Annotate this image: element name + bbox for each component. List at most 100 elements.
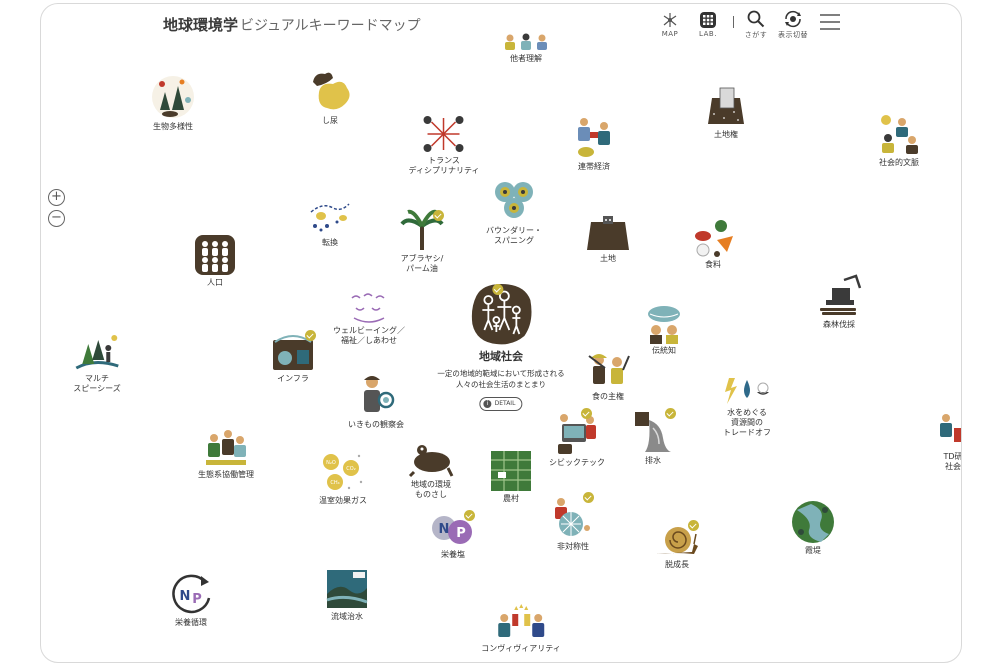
- selected-keyword-label: 地域社会: [479, 350, 523, 363]
- frog-icon: [408, 445, 454, 478]
- keyword-label: マルチ スピーシーズ: [73, 374, 121, 393]
- keyword-shokuryo[interactable]: 食料: [691, 218, 735, 270]
- map-nav-button[interactable]: MAP: [655, 12, 685, 38]
- keyword-infra[interactable]: インフラ: [271, 330, 316, 384]
- keyword-label: 森林伐採: [823, 320, 855, 329]
- rural-village-icon: [491, 451, 531, 491]
- map-nav-label: MAP: [661, 30, 679, 38]
- keyword-kasumitei[interactable]: 霞堤: [791, 500, 835, 556]
- keyword-tochiken[interactable]: 土地権: [704, 84, 748, 140]
- detail-button[interactable]: i DETAIL: [479, 397, 523, 411]
- keyword-ikimono[interactable]: いきもの観察会: [348, 372, 404, 430]
- people-icon: [505, 33, 547, 50]
- keyword-label: 栄養塩: [441, 550, 465, 559]
- keyword-chiikikankyo[interactable]: 地域の環境 ものさし: [408, 438, 454, 500]
- lab-nav-button[interactable]: LAB.: [693, 12, 723, 38]
- keyword-eiyojunkan[interactable]: N P 栄養循環: [169, 572, 213, 628]
- keyword-multispecies[interactable]: マルチ スピーシーズ: [73, 330, 121, 394]
- display-toggle-icon: [785, 10, 801, 28]
- svg-text:P: P: [192, 592, 202, 607]
- keyword-label: 転換: [322, 238, 338, 247]
- check-badge: [581, 408, 592, 419]
- keyword-jinko[interactable]: 人口: [194, 234, 236, 288]
- keyword-label: ウェルビーイング／ 福祉／しあわせ: [333, 326, 405, 345]
- keyword-td[interactable]: TD研 社会: [938, 410, 962, 472]
- keyword-boundary[interactable]: バウンダリー・ スパニング: [486, 178, 542, 246]
- greenhouse-gas-icon: N₂O CO₂ CH₄: [323, 454, 363, 490]
- keyword-label: 栄養循環: [175, 618, 207, 627]
- keyword-tashairikai[interactable]: 他者理解: [502, 32, 550, 64]
- lab-nav-label: LAB.: [699, 30, 717, 38]
- traditional-knowledge-icon: [648, 306, 680, 344]
- ecosystem-comanagement-icon: [206, 430, 246, 465]
- keyword-aburayashi[interactable]: アブラヤシ/ パーム油: [400, 208, 444, 274]
- keyword-tenkan[interactable]: 転換: [307, 196, 353, 248]
- grid-icon: [700, 12, 716, 28]
- keyword-seibutsu[interactable]: 生物多様性: [150, 74, 196, 132]
- check-badge: [305, 330, 316, 341]
- keyword-label: バウンダリー・ スパニング: [486, 226, 542, 245]
- keyword-label: いきもの観察会: [348, 420, 404, 429]
- keyword-taishosei[interactable]: 非対称性: [553, 492, 594, 552]
- keyword-label: コンヴィヴィアリティ: [481, 644, 561, 653]
- keyword-transdisciplinarity[interactable]: トランス ディシプリナリティ: [408, 114, 480, 176]
- civic-tech-icon: [558, 414, 596, 454]
- keyword-ryuiki[interactable]: 流域治水: [325, 568, 369, 622]
- keyword-label: 非対称性: [557, 542, 589, 551]
- keyword-label: 水をめぐる 資源間の トレードオフ: [723, 408, 771, 437]
- keyword-label: トランス ディシプリナリティ: [408, 156, 480, 175]
- keyword-label: 生態系協働管理: [198, 470, 254, 479]
- ch4-text: CH₄: [330, 480, 339, 486]
- zoom-out-button[interactable]: −: [48, 210, 65, 227]
- map-canvas[interactable]: 地球環境学 ビジュアルキーワードマップ MAP LAB. さがす 表示切替 + …: [40, 3, 962, 663]
- search-nav-button[interactable]: さがす: [741, 10, 771, 40]
- open-levee-icon: [792, 501, 834, 543]
- keyword-seitaikei[interactable]: 生態系協働管理: [198, 426, 254, 480]
- keyword-onshitsu[interactable]: N₂O CO₂ CH₄ 温室効果ガス: [319, 452, 367, 506]
- keyword-civictech[interactable]: シビックテック: [549, 408, 605, 468]
- page-title: 地球環境学 ビジュアルキーワードマップ: [163, 14, 421, 35]
- keyword-label: シビックテック: [549, 458, 605, 467]
- keyword-rentai[interactable]: 連帯経済: [574, 116, 614, 172]
- nav-separator: [733, 16, 734, 28]
- conviviality-icon: [498, 604, 544, 637]
- biodiversity-icon: [152, 76, 194, 118]
- land-rights-icon: [708, 87, 744, 124]
- keyword-shokunoshuken[interactable]: 食の主権: [585, 352, 631, 402]
- check-badge: [464, 510, 475, 521]
- zoom-in-button[interactable]: +: [48, 189, 65, 206]
- land-icon: [587, 216, 629, 250]
- keyword-tochi[interactable]: 土地: [585, 214, 631, 264]
- night-soil-icon: [313, 72, 350, 110]
- hamburger-menu-button[interactable]: [819, 13, 841, 31]
- keyword-label: TD研 社会: [943, 452, 962, 471]
- keyword-shinrin[interactable]: 森林伐採: [816, 274, 862, 330]
- keyword-eiyoen[interactable]: N P 栄養塩: [430, 510, 476, 560]
- keyword-chiikishakai-selected[interactable]: 地域社会 一定の地域的範域において形成される 人々の社会生活のまとまり i DET…: [437, 282, 565, 411]
- keyword-denshochi[interactable]: 伝統知: [644, 304, 684, 356]
- population-icon: [195, 235, 235, 275]
- keyword-label: 温室効果ガス: [319, 496, 367, 505]
- keyword-shinyo[interactable]: し尿: [307, 70, 353, 126]
- co2-text: CO₂: [346, 466, 355, 472]
- food-icon: [695, 220, 733, 257]
- svg-text:P: P: [456, 526, 466, 541]
- search-icon: [747, 10, 765, 28]
- keyword-mizu[interactable]: 水をめぐる 資源間の トレードオフ: [723, 376, 771, 438]
- keyword-shakaibunmyaku[interactable]: 社会的文脈: [876, 112, 922, 168]
- transition-icon: [310, 203, 350, 232]
- check-badge: [665, 408, 676, 419]
- food-sovereignty-icon: [588, 354, 630, 384]
- keyword-noson[interactable]: 農村: [490, 450, 532, 504]
- keyword-wellbeing[interactable]: ウェルビーイング／ 福祉／しあわせ: [333, 290, 405, 346]
- keyword-haisui[interactable]: 排水: [631, 408, 676, 466]
- keyword-label: 食料: [705, 260, 721, 269]
- water-tradeoff-icon: [725, 378, 769, 404]
- display-toggle-button[interactable]: 表示切替: [775, 10, 811, 40]
- menu-icon: [820, 14, 840, 30]
- keyword-convivial[interactable]: コンヴィヴィアリティ: [481, 604, 561, 654]
- svg-text:N: N: [439, 522, 450, 537]
- keyword-datsuseicho[interactable]: 脱成長: [654, 520, 700, 570]
- nature-observation-icon: [364, 376, 395, 412]
- n2o-text: N₂O: [326, 460, 336, 466]
